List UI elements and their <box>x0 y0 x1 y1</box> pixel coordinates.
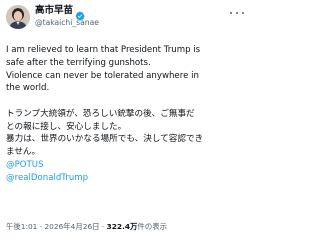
post-date[interactable]: 2026年4月26日 <box>44 222 99 231</box>
post-header: 高市早苗 @takaichi_sanae <box>6 4 244 30</box>
meta-separator: · <box>39 222 43 231</box>
mention-link-realdonaldtrump[interactable]: @realDonaldTrump <box>6 172 246 185</box>
post-text: I am relieved to learn that President Tr… <box>6 44 246 185</box>
views-label: 件の表示 <box>137 222 167 231</box>
handle[interactable]: @takaichi_sanae <box>35 18 99 28</box>
more-options-icon[interactable] <box>230 8 244 18</box>
meta-separator: · <box>101 222 105 231</box>
post-text-line: safe after the terrifying gunshots. <box>6 57 151 68</box>
post-text-line: ません。 <box>6 147 41 158</box>
views-count[interactable]: 322.4万 <box>107 222 138 231</box>
post-text-line: I am relieved to learn that President Tr… <box>6 45 201 55</box>
post-text-line: Violence can never be tolerated anywhere… <box>6 70 199 81</box>
post-text-line: the world. <box>6 83 50 94</box>
name-row: 高市早苗 <box>35 5 85 21</box>
post-meta: 午後1:01 · 2026年4月26日 · 322.4万件の表示 <box>6 222 167 232</box>
post: 高市早苗 @takaichi_sanae I am relieved to le… <box>0 0 250 241</box>
post-text-line: 暴力は、世界のいかなる場所でも、決して容認でき <box>6 134 204 145</box>
post-text-line: トランプ大統領が、恐ろしい銃撃の後、ご無事だ <box>6 108 195 119</box>
display-name[interactable]: 高市早苗 <box>35 5 73 17</box>
verified-badge-icon <box>75 6 85 21</box>
mention-link-potus[interactable]: @POTUS <box>6 159 246 172</box>
avatar[interactable] <box>6 5 30 29</box>
post-time[interactable]: 午後1:01 <box>6 222 37 231</box>
post-text-line: との報に接し、安心しました。 <box>6 121 127 132</box>
avatar-image <box>6 5 30 29</box>
